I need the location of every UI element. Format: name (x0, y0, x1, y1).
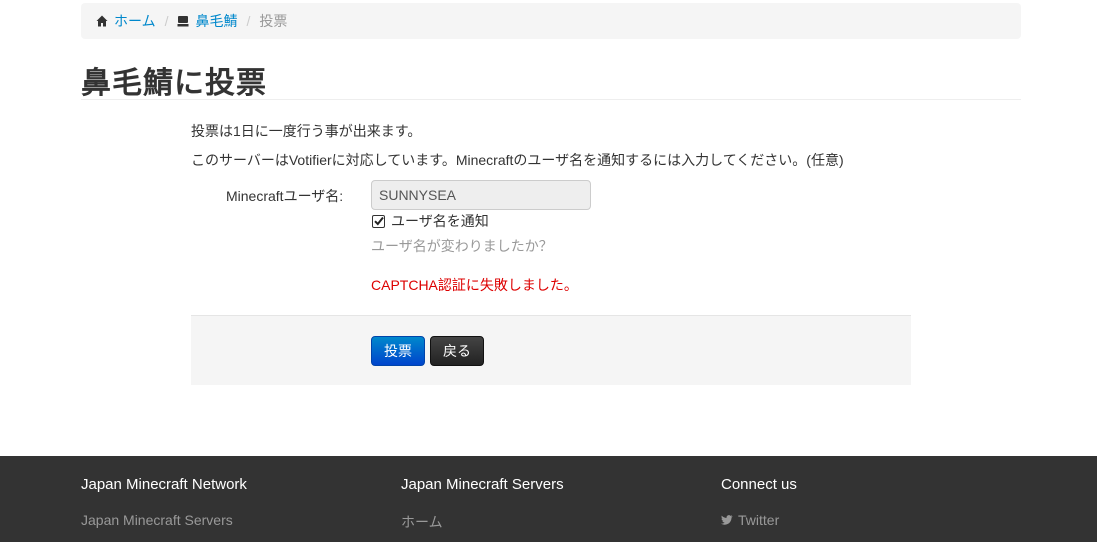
footer-heading: Japan Minecraft Servers (401, 476, 564, 493)
breadcrumb-current: 投票 (259, 13, 288, 29)
footer-link-servers[interactable]: Japan Minecraft Servers (81, 512, 233, 528)
breadcrumb-server-link[interactable]: 鼻毛鯖 (195, 11, 237, 31)
footer-heading: Japan Minecraft Network (81, 476, 247, 493)
footer-link-home[interactable]: ホーム (401, 512, 443, 532)
form-actions: 投票 戻る (191, 315, 911, 385)
votifier-note: このサーバーはVotifierに対応しています。Minecraftのユーザ名を通… (191, 152, 844, 168)
twitter-icon (721, 515, 733, 525)
captcha-error-message: CAPTCHA認証に失敗しました。 (371, 277, 578, 293)
breadcrumb-home[interactable]: ホーム (96, 11, 156, 31)
username-help-text: ユーザ名が変わりましたか？ (371, 238, 553, 254)
footer-column-network: Japan Minecraft Network (81, 476, 247, 493)
vote-frequency-note: 投票は1日に一度行う事が出来ます。 (191, 123, 422, 139)
notify-label: ユーザ名を通知 (391, 213, 489, 229)
server-icon (177, 15, 189, 27)
footer-heading: Connect us (721, 476, 797, 493)
breadcrumb-separator: / (164, 13, 169, 29)
title-divider (81, 99, 1021, 100)
back-button[interactable]: 戻る (430, 336, 484, 366)
home-icon (96, 15, 108, 27)
footer-column-connect: Connect us (721, 476, 797, 493)
breadcrumb-server[interactable]: 鼻毛鯖 (177, 11, 237, 31)
username-input[interactable] (371, 180, 591, 210)
footer: Japan Minecraft Network Japan Minecraft … (0, 456, 1097, 542)
vote-button[interactable]: 投票 (371, 336, 425, 366)
footer-link-twitter-label: Twitter (738, 512, 780, 528)
notify-checkbox-row[interactable]: ユーザ名を通知 (371, 211, 489, 231)
username-label: Minecraftユーザ名: (226, 188, 344, 204)
breadcrumb-separator: / (246, 13, 251, 29)
check-icon (373, 216, 384, 226)
notify-checkbox[interactable] (372, 214, 385, 228)
page-title: 鼻毛鯖に投票 (81, 67, 267, 100)
breadcrumb: ホーム / 鼻毛鯖 / 投票 (81, 3, 1021, 39)
footer-column-servers: Japan Minecraft Servers (401, 476, 564, 493)
breadcrumb-home-link[interactable]: ホーム (114, 11, 156, 31)
footer-link-twitter[interactable]: Twitter (721, 512, 779, 528)
